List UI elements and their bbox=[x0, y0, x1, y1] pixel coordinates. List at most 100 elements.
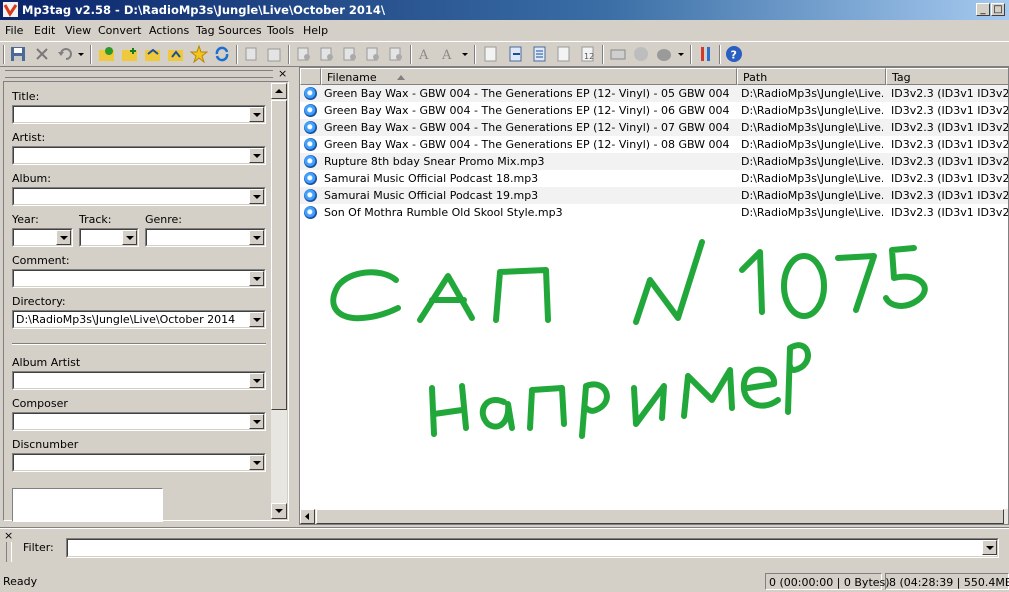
scroll-thumb[interactable] bbox=[271, 100, 287, 410]
splitter[interactable] bbox=[293, 67, 298, 525]
filename-tag-icon[interactable] bbox=[318, 45, 336, 63]
album-field[interactable] bbox=[12, 187, 266, 206]
year-field[interactable] bbox=[12, 228, 73, 247]
toolbar-separator bbox=[690, 45, 692, 64]
artist-dropdown-icon[interactable] bbox=[249, 148, 264, 163]
discnumber-dropdown-icon[interactable] bbox=[249, 455, 264, 470]
column-tag-header[interactable]: Tag bbox=[886, 68, 1008, 85]
freedb-icon[interactable] bbox=[609, 45, 627, 63]
case-dropdown-icon[interactable] bbox=[460, 45, 470, 63]
table-row[interactable]: Samurai Music Official Podcast 18.mp3 D:\… bbox=[300, 170, 1008, 187]
open-folder-icon[interactable] bbox=[144, 45, 162, 63]
table-row[interactable]: Green Bay Wax - GBW 004 - The Generation… bbox=[300, 85, 1008, 102]
comment-dropdown-icon[interactable] bbox=[249, 271, 264, 286]
track-field[interactable] bbox=[79, 228, 139, 247]
menu-bar: File Edit View Convert Actions Tag Sourc… bbox=[0, 21, 1009, 40]
tag-header-label: Tag bbox=[892, 71, 911, 84]
save-icon[interactable] bbox=[9, 45, 27, 63]
remove-tag-icon[interactable] bbox=[33, 45, 51, 63]
menu-convert[interactable]: Convert bbox=[98, 24, 142, 37]
menu-edit[interactable]: Edit bbox=[34, 24, 55, 37]
table-row[interactable]: Samurai Music Official Podcast 19.mp3 D:\… bbox=[300, 187, 1008, 204]
tag-cell: ID3v2.3 (ID3v1 ID3v2.3 bbox=[891, 104, 1008, 117]
filter-close-icon[interactable]: × bbox=[4, 529, 13, 542]
album-artist-field[interactable] bbox=[12, 371, 266, 390]
year-dropdown-icon[interactable] bbox=[56, 230, 71, 245]
tag-tag-icon[interactable] bbox=[387, 45, 405, 63]
undo-dropdown-icon[interactable] bbox=[76, 45, 86, 63]
scroll-left-button[interactable] bbox=[300, 509, 315, 524]
undo-icon[interactable] bbox=[56, 45, 74, 63]
sources-dropdown-icon[interactable] bbox=[676, 45, 686, 63]
comment-field[interactable] bbox=[12, 269, 266, 288]
column-filename-header[interactable]: Filename bbox=[321, 68, 737, 85]
table-row[interactable]: Green Bay Wax - GBW 004 - The Generation… bbox=[300, 119, 1008, 136]
hscroll-thumb[interactable] bbox=[316, 509, 1004, 524]
playlist-icon[interactable] bbox=[531, 45, 549, 63]
track-dropdown-icon[interactable] bbox=[122, 230, 137, 245]
options-icon[interactable] bbox=[697, 45, 715, 63]
filter-dropdown-icon[interactable] bbox=[982, 540, 997, 555]
edit-icon[interactable] bbox=[482, 45, 500, 63]
help-icon[interactable]: ? bbox=[725, 45, 743, 63]
maximize-button[interactable]: □ bbox=[991, 3, 1005, 16]
window-title: Mp3tag v2.58 - D:\RadioMp3s\Jungle\Live\… bbox=[22, 3, 386, 17]
amazon-icon[interactable] bbox=[655, 45, 673, 63]
tag-filename-icon[interactable] bbox=[295, 45, 313, 63]
table-row[interactable]: Green Bay Wax - GBW 004 - The Generation… bbox=[300, 136, 1008, 153]
filename-cell: Samurai Music Official Podcast 19.mp3 bbox=[324, 189, 539, 202]
paste-tag-icon[interactable] bbox=[265, 45, 283, 63]
auto-numbering-icon[interactable] bbox=[555, 45, 573, 63]
directory-field[interactable]: D:\RadioMp3s\Jungle\Live\October 2014 bbox=[12, 310, 266, 329]
scroll-down-button[interactable] bbox=[271, 503, 287, 519]
status-total-text: 8 (04:28:39 | 550.4MB) bbox=[889, 576, 1009, 589]
mp3-file-icon bbox=[304, 172, 317, 185]
mp3-file-icon bbox=[304, 155, 317, 168]
table-row[interactable]: Son Of Mothra Rumble Old Skool Style.mp3… bbox=[300, 204, 1008, 221]
table-row[interactable]: Rupture 8th bday Snear Promo Mix.mp3 D:\R… bbox=[300, 153, 1008, 170]
path-cell: D:\RadioMp3s\Jungle\Live... bbox=[741, 87, 883, 100]
list-hscrollbar[interactable] bbox=[300, 509, 1008, 524]
column-icon-header[interactable] bbox=[300, 68, 321, 85]
discnumber-label: Discnumber bbox=[12, 438, 79, 451]
refresh-icon[interactable] bbox=[213, 45, 231, 63]
text-file-tag-icon[interactable] bbox=[364, 45, 382, 63]
composer-field[interactable] bbox=[12, 412, 266, 431]
menu-view[interactable]: View bbox=[65, 24, 91, 37]
menu-file[interactable]: File bbox=[5, 24, 23, 37]
export-icon[interactable] bbox=[507, 45, 525, 63]
replace-icon[interactable]: A bbox=[417, 45, 435, 63]
copy-tag-icon[interactable] bbox=[243, 45, 261, 63]
case-conversion-icon[interactable]: A bbox=[440, 45, 458, 63]
filename-filename-icon[interactable] bbox=[341, 45, 359, 63]
title-field[interactable] bbox=[12, 105, 266, 124]
change-directory-icon[interactable] bbox=[98, 45, 116, 63]
filter-input[interactable] bbox=[66, 538, 999, 558]
genre-field[interactable] bbox=[145, 228, 266, 247]
album-artist-dropdown-icon[interactable] bbox=[249, 373, 264, 388]
directory-dropdown-icon[interactable] bbox=[249, 312, 264, 327]
menu-tools[interactable]: Tools bbox=[267, 24, 294, 37]
menu-actions[interactable]: Actions bbox=[149, 24, 189, 37]
filter-grip bbox=[6, 542, 12, 562]
add-directory-icon[interactable] bbox=[121, 45, 139, 63]
title-dropdown-icon[interactable] bbox=[249, 107, 264, 122]
discnumber-field[interactable] bbox=[12, 453, 266, 472]
album-dropdown-icon[interactable] bbox=[249, 189, 264, 204]
table-row[interactable]: Green Bay Wax - GBW 004 - The Generation… bbox=[300, 102, 1008, 119]
panel-scrollbar[interactable] bbox=[271, 83, 287, 519]
cover-art-box[interactable] bbox=[12, 488, 163, 522]
favorite-folder-icon[interactable] bbox=[167, 45, 185, 63]
favorite-icon[interactable] bbox=[190, 45, 208, 63]
scroll-up-button[interactable] bbox=[271, 83, 287, 99]
menu-help[interactable]: Help bbox=[303, 24, 328, 37]
genre-dropdown-icon[interactable] bbox=[249, 230, 264, 245]
artist-field[interactable] bbox=[12, 146, 266, 165]
menu-tag-sources[interactable]: Tag Sources bbox=[196, 24, 262, 37]
panel-close-icon[interactable]: × bbox=[278, 67, 287, 80]
numbering-icon[interactable]: 12 bbox=[579, 45, 597, 63]
column-path-header[interactable]: Path bbox=[737, 68, 886, 85]
discogs-icon[interactable] bbox=[632, 45, 650, 63]
composer-dropdown-icon[interactable] bbox=[249, 414, 264, 429]
minimize-button[interactable]: _ bbox=[976, 3, 990, 16]
